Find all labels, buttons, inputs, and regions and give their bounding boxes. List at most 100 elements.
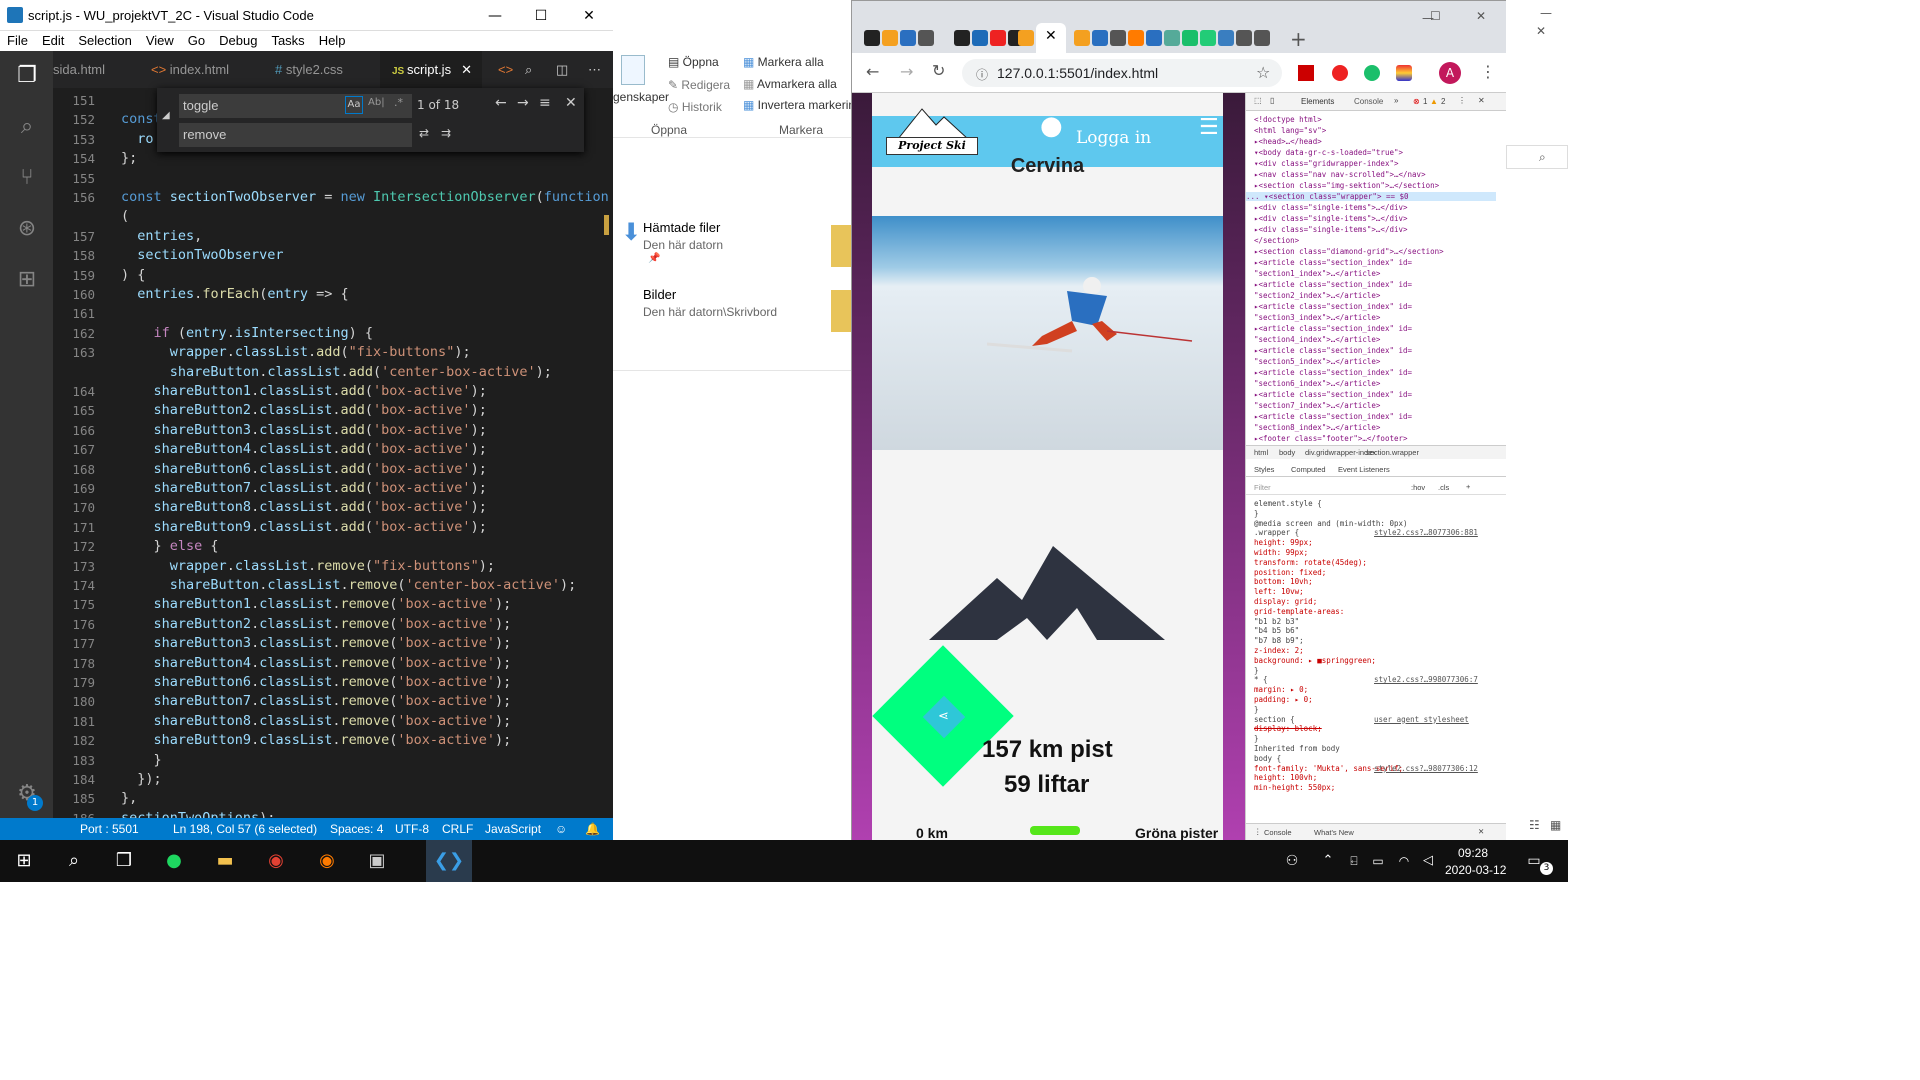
crumb-section-wrapper[interactable]: section.wrapper xyxy=(1366,448,1419,457)
dom-node[interactable]: "section2_index">…</article> xyxy=(1254,291,1380,300)
search-box[interactable]: ⌕ xyxy=(1506,145,1568,169)
tab-favicon[interactable] xyxy=(918,30,934,46)
whole-word-icon[interactable]: Ab| xyxy=(368,97,385,108)
device-toolbar-icon[interactable]: ▯ xyxy=(1270,96,1274,105)
dom-node[interactable]: ▸<article class="section_index" id= xyxy=(1254,302,1412,311)
file-explorer-icon[interactable]: ▬ xyxy=(211,848,239,874)
forward-icon[interactable]: → xyxy=(900,62,913,81)
tab-favicon[interactable] xyxy=(1164,30,1180,46)
dom-node[interactable]: ▸<article class="section_index" id= xyxy=(1254,368,1412,377)
menu-selection[interactable]: Selection xyxy=(71,31,138,51)
close-button[interactable]: ✕ xyxy=(566,0,612,31)
user-icon[interactable]: ● xyxy=(1040,111,1070,141)
dom-node[interactable]: ▸<article class="section_index" id= xyxy=(1254,346,1412,355)
css-source-link[interactable]: style2.css?…98077306:12 xyxy=(1374,764,1478,773)
active-tab[interactable]: ✕ xyxy=(1036,23,1066,53)
clock-date[interactable]: 2020-03-12 xyxy=(1445,863,1506,877)
drawer-menu-icon[interactable]: ⋮ xyxy=(1254,827,1262,836)
dom-node[interactable]: "section8_index">…</article> xyxy=(1254,423,1380,432)
dom-node[interactable]: <!doctype html> xyxy=(1254,115,1322,124)
inspect-icon[interactable]: ⬚ xyxy=(1254,96,1262,105)
crumb-body[interactable]: body xyxy=(1279,448,1295,457)
dom-node[interactable]: ▸<section class="img-sektion">…</section… xyxy=(1254,181,1439,190)
clock-time[interactable]: 09:28 xyxy=(1458,846,1488,860)
css-source-link[interactable]: style2.css?…998077306:7 xyxy=(1374,675,1478,684)
code-editor[interactable]: 151 152 const 153 ro 154}; 155 156 const sectio… xyxy=(53,88,613,818)
debug-icon[interactable]: ⊛ xyxy=(14,216,40,242)
line-ending[interactable]: CRLF xyxy=(442,822,473,836)
minimize-button[interactable]: — xyxy=(472,0,518,31)
open-preview-icon[interactable]: <> xyxy=(498,51,513,88)
notifications-bell-icon[interactable]: 🔔 xyxy=(585,822,600,836)
profile-avatar[interactable]: A xyxy=(1439,62,1461,84)
back-icon[interactable]: ← xyxy=(866,62,879,81)
previous-match-icon[interactable]: ← xyxy=(495,95,507,111)
edit-item[interactable]: ✎ Redigera xyxy=(668,78,730,92)
live-server-port[interactable]: Port : 5501 xyxy=(80,822,139,836)
grammarly-extension-icon[interactable] xyxy=(1364,65,1380,81)
tab-favicon[interactable] xyxy=(1218,30,1234,46)
tab-sida-html[interactable]: sida.html xyxy=(53,51,153,88)
encoding[interactable]: UTF-8 xyxy=(395,822,429,836)
crumb-html[interactable]: html xyxy=(1254,448,1268,457)
replace-input[interactable]: remove xyxy=(179,123,412,147)
show-hidden-icons[interactable]: ⌃ xyxy=(1314,848,1342,874)
tab-favicon[interactable] xyxy=(1236,30,1252,46)
dom-node[interactable]: ▸<nav class="nav nav-scrolled">…</nav> xyxy=(1254,170,1426,179)
quick-access-pictures[interactable]: Bilder xyxy=(643,287,676,302)
dom-node[interactable]: ▸<footer class="footer">…</footer> xyxy=(1254,434,1408,443)
pdf-extension-icon[interactable] xyxy=(1298,65,1314,81)
dom-node[interactable]: "section6_index">…</article> xyxy=(1254,379,1380,388)
firefox-icon[interactable]: ◉ xyxy=(313,848,341,874)
new-tab-icon[interactable]: + xyxy=(1290,27,1307,51)
menu-file[interactable]: File xyxy=(0,31,35,51)
tab-event-listeners[interactable]: Event Listeners xyxy=(1338,465,1390,474)
menu-go[interactable]: Go xyxy=(181,31,212,51)
reload-icon[interactable]: ↻ xyxy=(932,61,945,80)
tab-elements[interactable]: Elements xyxy=(1301,97,1334,106)
dom-node[interactable]: ▸<div class="single-items">…</div> xyxy=(1254,225,1408,234)
dom-node[interactable]: ▸<div class="single-items">…</div> xyxy=(1254,214,1408,223)
login-link[interactable]: Logga in xyxy=(1076,128,1151,148)
select-all-item[interactable]: ▦ Markera alla xyxy=(743,55,824,69)
close-tab-icon[interactable]: ✕ xyxy=(461,62,472,77)
dom-node[interactable]: "section4_index">…</article> xyxy=(1254,335,1380,344)
tab-index-html[interactable]: <> index.html xyxy=(151,51,261,88)
dom-node[interactable]: ▸<article class="section_index" id= xyxy=(1254,412,1412,421)
match-case-icon[interactable]: Aa xyxy=(345,96,363,114)
close-button[interactable]: ✕ xyxy=(1476,9,1486,23)
more-actions-icon[interactable]: ⋯ xyxy=(588,51,601,88)
close-find-icon[interactable]: ✕ xyxy=(565,95,577,111)
spotify-icon[interactable]: ● xyxy=(160,848,188,874)
dom-node[interactable]: ▸<article class="section_index" id= xyxy=(1254,258,1412,267)
dom-node[interactable]: ▸<article class="section_index" id= xyxy=(1254,390,1412,399)
maximize-button[interactable]: ☐ xyxy=(1430,9,1441,23)
next-match-icon[interactable]: → xyxy=(517,95,529,111)
site-info-icon[interactable]: ⓘ xyxy=(976,66,988,83)
dom-node[interactable]: "section1_index">…</article> xyxy=(1254,269,1380,278)
bookmark-star-icon[interactable]: ☆ xyxy=(1256,63,1270,82)
feedback-icon[interactable]: ☺ xyxy=(555,822,567,836)
menu-debug[interactable]: Debug xyxy=(212,31,264,51)
tab-favicon[interactable] xyxy=(1254,30,1270,46)
tab-style2-css[interactable]: # style2.css xyxy=(275,51,385,88)
dom-node[interactable]: </section> xyxy=(1254,236,1299,245)
new-rule-icon[interactable]: + xyxy=(1466,482,1470,491)
close-tab-icon[interactable]: ✕ xyxy=(1045,28,1057,44)
vscode-taskbar-icon[interactable]: ❮❯ xyxy=(426,840,472,882)
source-control-icon[interactable]: ⑂ xyxy=(14,165,40,191)
language-mode[interactable]: JavaScript xyxy=(485,822,541,836)
indentation[interactable]: Spaces: 4 xyxy=(330,822,383,836)
task-view-icon[interactable]: ❒ xyxy=(110,848,138,874)
close-drawer-icon[interactable]: ✕ xyxy=(1478,827,1484,836)
tab-favicon[interactable] xyxy=(1146,30,1162,46)
tab-computed[interactable]: Computed xyxy=(1291,465,1326,474)
dom-node[interactable]: ▸<div class="single-items">…</div> xyxy=(1254,203,1408,212)
drawer-tab-whats-new[interactable]: What's New xyxy=(1314,828,1354,837)
tab-favicon[interactable] xyxy=(900,30,916,46)
menu-kebab-icon[interactable]: ⋮ xyxy=(1480,62,1496,81)
tab-favicon[interactable] xyxy=(1182,30,1198,46)
properties-icon[interactable] xyxy=(621,55,645,85)
regex-icon[interactable]: .* xyxy=(394,96,403,109)
logo[interactable]: Project Ski xyxy=(884,101,980,161)
